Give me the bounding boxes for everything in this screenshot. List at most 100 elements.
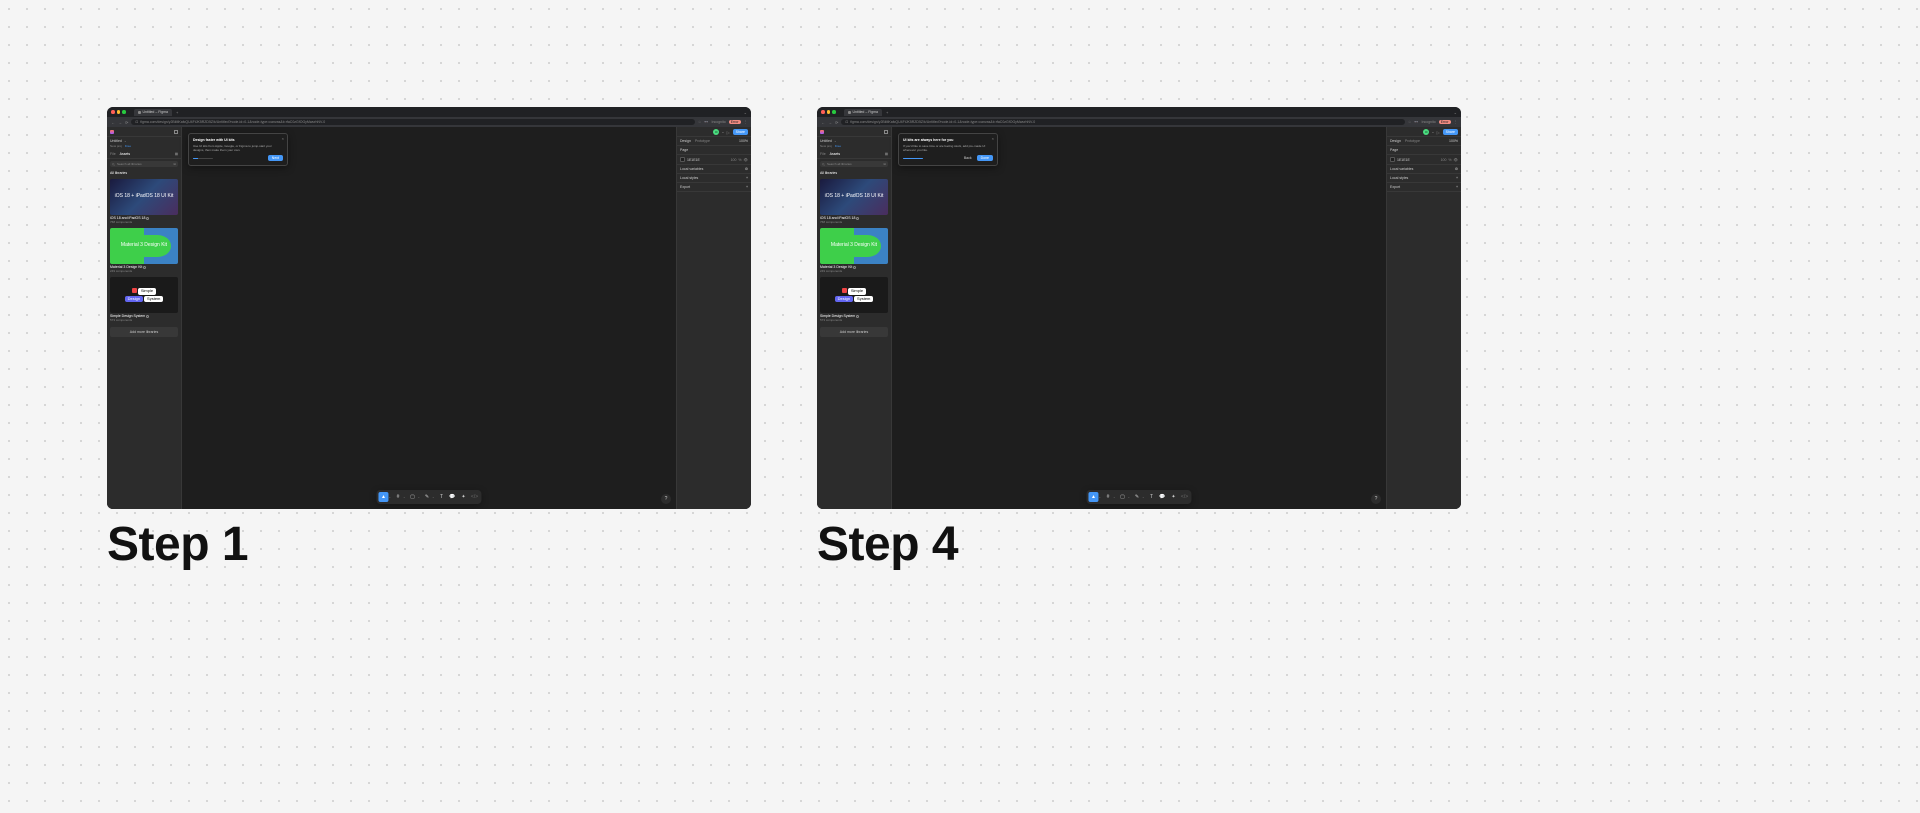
frame-tool[interactable]: # (1103, 492, 1113, 502)
panel-toggle-icon[interactable] (884, 130, 888, 134)
shape-tool[interactable]: ▢ (408, 492, 418, 502)
share-button[interactable]: Share (733, 129, 748, 135)
list-view-icon[interactable]: ▦ (885, 152, 888, 156)
error-badge[interactable]: Error (729, 120, 741, 124)
tab-design[interactable]: Design (680, 139, 691, 143)
reload-icon[interactable]: ⟳ (835, 120, 838, 125)
next-button[interactable]: Next (268, 155, 283, 161)
text-tool[interactable]: T (437, 492, 447, 502)
pen-tool[interactable]: ✎ (422, 492, 432, 502)
present-icon[interactable]: ▷ (1437, 130, 1441, 134)
window-controls[interactable] (821, 110, 836, 114)
star-icon[interactable]: ☆ (698, 120, 701, 124)
back-button[interactable]: Back (961, 155, 975, 161)
new-tab-button[interactable]: + (886, 110, 888, 115)
settings-icon[interactable]: ⚙ (745, 167, 748, 171)
library-icon[interactable]: ⊞ (883, 162, 886, 166)
plus-icon[interactable]: + (1456, 185, 1458, 189)
actions-tool[interactable]: ✦ (459, 492, 469, 502)
share-button[interactable]: Share (1443, 129, 1458, 135)
tab-prototype[interactable]: Prototype (695, 139, 710, 143)
menu-icon[interactable]: ⋮ (744, 120, 748, 124)
library-card-ios[interactable]: iOS 18 + iPadOS 18 UI Kit iOS 18 and iPa… (820, 179, 888, 224)
background-row[interactable]: 1E1E1E 100 % 👁 (1387, 155, 1461, 165)
chevron-down-icon[interactable]: ⌄ (418, 495, 421, 499)
canvas[interactable]: × UI kits are always here for you If you… (892, 127, 1386, 509)
new-tab-button[interactable]: + (176, 110, 178, 115)
info-icon[interactable] (146, 315, 149, 318)
text-tool[interactable]: T (1147, 492, 1157, 502)
pen-tool[interactable]: ✎ (1132, 492, 1142, 502)
url-field[interactable]: ⊡ figma.com/design/y2BiMKafcQU4FtJK5RZD5… (131, 119, 695, 125)
library-icon[interactable]: ⊞ (173, 162, 176, 166)
eyedropper-icon[interactable]: % (1448, 158, 1451, 162)
browser-tab[interactable]: Untitled – Figma (134, 109, 172, 116)
move-tool[interactable]: ▲ (1088, 492, 1098, 502)
file-title[interactable]: Untitled (820, 139, 832, 143)
plus-icon[interactable]: + (1456, 176, 1458, 180)
tab-assets[interactable]: Assets (830, 152, 841, 156)
plus-icon[interactable]: + (746, 176, 748, 180)
shape-tool[interactable]: ▢ (1118, 492, 1128, 502)
background-row[interactable]: 1E1E1E 100 % 👁 (677, 155, 751, 165)
avatar[interactable]: O (1423, 129, 1429, 135)
color-swatch[interactable] (680, 157, 685, 162)
back-icon[interactable]: ← (111, 120, 115, 125)
file-title[interactable]: Untitled (110, 139, 122, 143)
export-row[interactable]: Export + (677, 183, 751, 192)
visibility-icon[interactable]: 👁 (1454, 158, 1458, 162)
zoom-level[interactable]: 100% (1449, 139, 1458, 143)
tab-prototype[interactable]: Prototype (1405, 139, 1420, 143)
chevron-down-icon[interactable]: ⌄ (1431, 129, 1434, 134)
local-styles-row[interactable]: Local styles + (1387, 174, 1461, 183)
plus-icon[interactable]: + (746, 185, 748, 189)
help-button[interactable]: ? (1371, 494, 1381, 504)
chevron-down-icon[interactable]: ⌄ (1454, 110, 1457, 115)
chevron-down-icon[interactable]: ⌄ (744, 110, 747, 115)
info-icon[interactable] (143, 266, 146, 269)
error-badge[interactable]: Error (1439, 120, 1451, 124)
panel-toggle-icon[interactable] (174, 130, 178, 134)
move-tool[interactable]: ▲ (378, 492, 388, 502)
plan-badge[interactable]: Free (835, 144, 841, 148)
chevron-down-icon[interactable]: ⌄ (1113, 495, 1116, 499)
dev-mode-toggle[interactable]: </> (470, 492, 480, 502)
present-icon[interactable]: ▷ (727, 130, 731, 134)
export-row[interactable]: Export + (1387, 183, 1461, 192)
visibility-icon[interactable]: 👁 (744, 158, 748, 162)
chevron-down-icon[interactable]: ⌄ (432, 495, 435, 499)
search-input[interactable]: Search all libraries ⊞ (110, 161, 178, 167)
done-button[interactable]: Done (977, 155, 993, 161)
forward-icon[interactable]: → (828, 120, 832, 125)
color-swatch[interactable] (1390, 157, 1395, 162)
close-icon[interactable]: × (282, 136, 284, 141)
library-card-material[interactable]: Material 3 Design Kit Material 3 Design … (110, 228, 178, 273)
chevron-down-icon[interactable]: ⌄ (1128, 495, 1131, 499)
chevron-down-icon[interactable]: ⌄ (834, 139, 837, 143)
library-card-material[interactable]: Material 3 Design Kit Material 3 Design … (820, 228, 888, 273)
zoom-level[interactable]: 100% (739, 139, 748, 143)
add-more-libraries-button[interactable]: Add more libraries (820, 327, 888, 337)
browser-tab[interactable]: Untitled – Figma (844, 109, 882, 116)
chevron-down-icon[interactable]: ⌄ (403, 495, 406, 499)
star-icon[interactable]: ☆ (1408, 120, 1411, 124)
comment-tool[interactable]: 💬 (448, 492, 458, 502)
close-icon[interactable]: × (992, 136, 994, 141)
eyedropper-icon[interactable]: % (738, 158, 741, 162)
back-icon[interactable]: ← (821, 120, 825, 125)
figma-logo-icon[interactable] (110, 130, 114, 134)
list-view-icon[interactable]: ▦ (175, 152, 178, 156)
tab-file[interactable]: File (110, 152, 116, 156)
menu-icon[interactable]: ⋮ (1454, 120, 1458, 124)
figma-logo-icon[interactable] (820, 130, 824, 134)
local-variables-row[interactable]: Local variables ⚙ (1387, 165, 1461, 174)
tab-file[interactable]: File (820, 152, 826, 156)
actions-tool[interactable]: ✦ (1169, 492, 1179, 502)
help-button[interactable]: ? (661, 494, 671, 504)
team-name[interactable]: New proj (820, 144, 832, 148)
dev-mode-toggle[interactable]: </> (1180, 492, 1190, 502)
plan-badge[interactable]: Free (125, 144, 131, 148)
library-card-simple[interactable]: Simple DesignSystem Simple Design System… (110, 277, 178, 322)
forward-icon[interactable]: → (118, 120, 122, 125)
chevron-down-icon[interactable]: ⌄ (1142, 495, 1145, 499)
